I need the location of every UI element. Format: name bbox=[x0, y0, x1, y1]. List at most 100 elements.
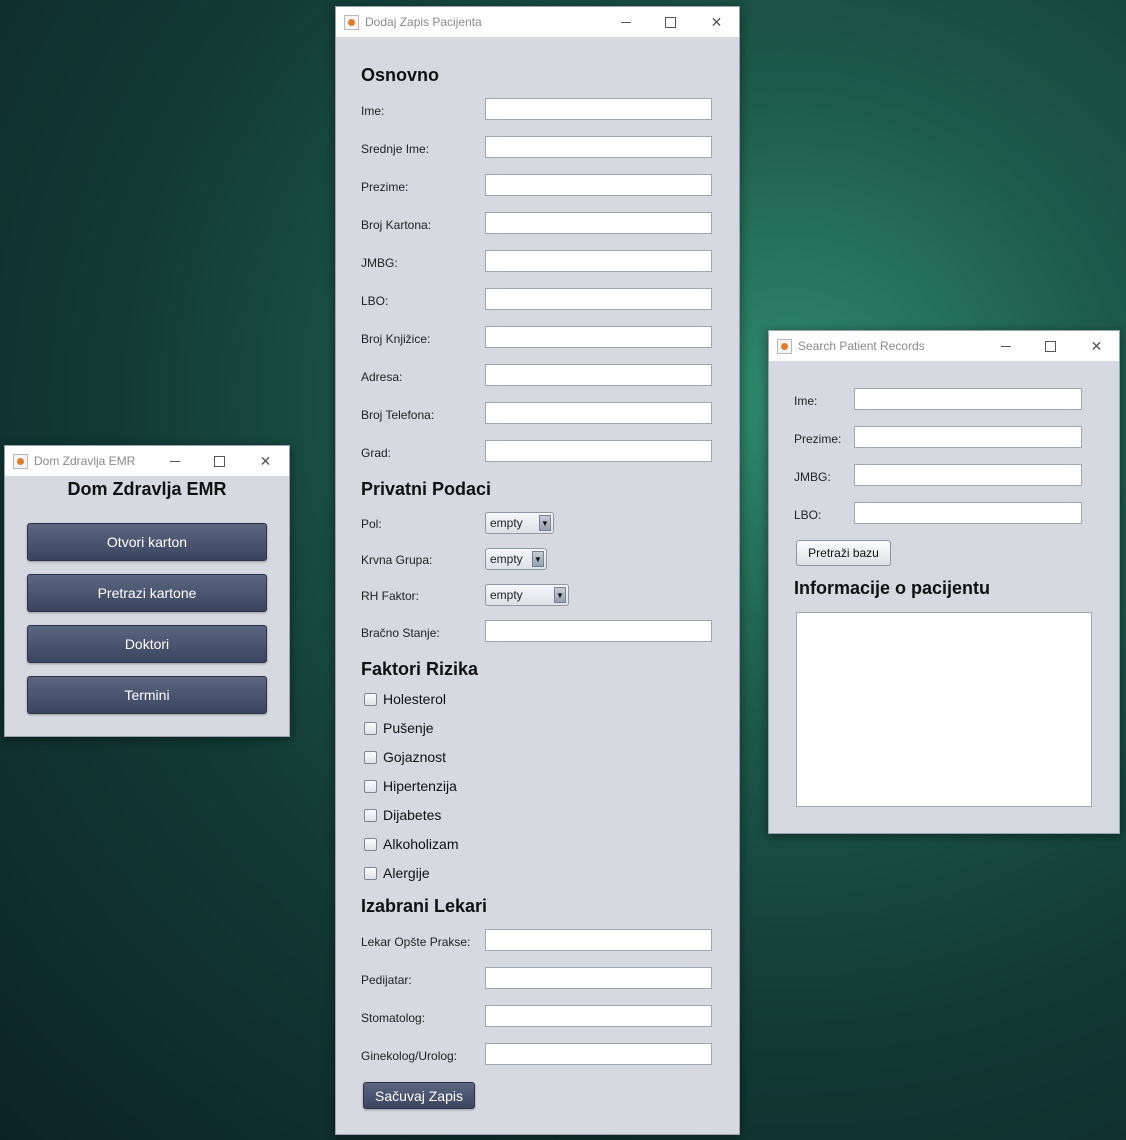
java-app-icon bbox=[13, 453, 28, 469]
field-label-adresa: Adresa: bbox=[361, 370, 403, 384]
checkbox-box[interactable] bbox=[364, 721, 377, 735]
pedijatar-input[interactable] bbox=[485, 967, 712, 989]
add-record-window: Dodaj Zapis Pacijenta Osnovno Ime: Sredn… bbox=[335, 6, 740, 1135]
close-icon[interactable] bbox=[243, 446, 288, 476]
field-label-broj-telefona: Broj Telefona: bbox=[361, 408, 435, 422]
maximize-icon[interactable] bbox=[648, 7, 693, 37]
grad-input[interactable] bbox=[485, 440, 712, 462]
checkbox-box[interactable] bbox=[364, 866, 377, 880]
pusenje-checkbox[interactable]: Pušenje bbox=[364, 720, 434, 736]
prezime-input[interactable] bbox=[485, 174, 712, 196]
srednje-ime-input[interactable] bbox=[485, 136, 712, 158]
search-jmbg-input[interactable] bbox=[854, 464, 1082, 486]
field-label-lekar-opste-prakse: Lekar Opšte Prakse: bbox=[361, 935, 471, 949]
close-icon[interactable] bbox=[1074, 331, 1119, 361]
minimize-icon[interactable] bbox=[983, 331, 1028, 361]
search-titlebar[interactable]: Search Patient Records bbox=[769, 331, 1119, 361]
krvna-grupa-selected-value: empty bbox=[490, 552, 523, 566]
search-ime-input[interactable] bbox=[854, 388, 1082, 410]
search-label-ime: Ime: bbox=[794, 394, 818, 408]
main-menu-heading: Dom Zdravlja EMR bbox=[67, 479, 227, 499]
field-label-bracno-stanje: Bračno Stanje: bbox=[361, 626, 440, 640]
appointments-button[interactable]: Termini bbox=[27, 676, 267, 714]
broj-knjizice-input[interactable] bbox=[485, 326, 712, 348]
pol-selected-value: empty bbox=[490, 516, 523, 530]
save-record-button[interactable]: Sačuvaj Zapis bbox=[363, 1082, 475, 1109]
checkbox-label: Alkoholizam bbox=[383, 836, 459, 852]
ime-input[interactable] bbox=[485, 98, 712, 120]
checkbox-box[interactable] bbox=[364, 837, 377, 851]
main-menu-titlebar[interactable]: Dom Zdravlja EMR bbox=[5, 446, 289, 476]
lekar-opste-prakse-input[interactable] bbox=[485, 929, 712, 951]
checkbox-label: Alergije bbox=[383, 865, 430, 881]
checkbox-label: Dijabetes bbox=[383, 807, 442, 823]
rh-faktor-select[interactable]: empty ▼ bbox=[485, 584, 569, 606]
bracno-stanje-input[interactable] bbox=[485, 620, 712, 642]
minimize-icon[interactable] bbox=[603, 7, 648, 37]
section-basic-heading: Osnovno bbox=[361, 65, 440, 85]
jmbg-input[interactable] bbox=[485, 250, 712, 272]
ginekolog-urolog-input[interactable] bbox=[485, 1043, 712, 1065]
search-label-lbo: LBO: bbox=[794, 508, 822, 522]
section-private-heading: Privatni Podaci bbox=[361, 479, 492, 499]
field-label-broj-knjizice: Broj Knjižice: bbox=[361, 332, 431, 346]
lbo-input[interactable] bbox=[485, 288, 712, 310]
checkbox-box[interactable] bbox=[364, 750, 377, 764]
checkbox-box[interactable] bbox=[364, 808, 377, 822]
doctors-button[interactable]: Doktori bbox=[27, 625, 267, 663]
rh-faktor-selected-value: empty bbox=[490, 588, 523, 602]
search-records-button[interactable]: Pretrazi kartone bbox=[27, 574, 267, 612]
search-lbo-input[interactable] bbox=[854, 502, 1082, 524]
field-label-krvna-grupa: Krvna Grupa: bbox=[361, 553, 433, 567]
patient-info-heading: Informacije o pacijentu bbox=[794, 578, 991, 598]
window-title: Search Patient Records bbox=[798, 339, 925, 353]
main-menu-window: Dom Zdravlja EMR Dom Zdravlja EMR Otvori… bbox=[4, 445, 290, 737]
checkbox-label: Pušenje bbox=[383, 720, 434, 736]
field-label-rh-faktor: RH Faktor: bbox=[361, 589, 420, 603]
broj-telefona-input[interactable] bbox=[485, 402, 712, 424]
maximize-icon[interactable] bbox=[1028, 331, 1073, 361]
gojaznost-checkbox[interactable]: Gojaznost bbox=[364, 749, 446, 765]
field-label-prezime: Prezime: bbox=[361, 180, 409, 194]
section-doctors-heading: Izabrani Lekari bbox=[361, 896, 488, 916]
search-label-jmbg: JMBG: bbox=[794, 470, 831, 484]
search-database-button[interactable]: Pretraži bazu bbox=[796, 540, 891, 566]
search-prezime-input[interactable] bbox=[854, 426, 1082, 448]
alkoholizam-checkbox[interactable]: Alkoholizam bbox=[364, 836, 458, 852]
open-record-button[interactable]: Otvori karton bbox=[27, 523, 267, 561]
broj-kartona-input[interactable] bbox=[485, 212, 712, 234]
field-label-broj-kartona: Broj Kartona: bbox=[361, 218, 432, 232]
hipertenzija-checkbox[interactable]: Hipertenzija bbox=[364, 778, 457, 794]
field-label-jmbg: JMBG: bbox=[361, 256, 398, 270]
stomatolog-input[interactable] bbox=[485, 1005, 712, 1027]
alergije-checkbox[interactable]: Alergije bbox=[364, 865, 430, 881]
field-label-ginekolog-urolog: Ginekolog/Urolog: bbox=[361, 1049, 458, 1063]
field-label-stomatolog: Stomatolog: bbox=[361, 1011, 426, 1025]
java-app-icon bbox=[777, 338, 792, 354]
krvna-grupa-select[interactable]: empty ▼ bbox=[485, 548, 547, 570]
checkbox-box[interactable] bbox=[364, 692, 377, 706]
field-label-lbo: LBO: bbox=[361, 294, 389, 308]
minimize-icon[interactable] bbox=[152, 446, 197, 476]
field-label-ime: Ime: bbox=[361, 104, 385, 118]
maximize-icon[interactable] bbox=[197, 446, 242, 476]
chevron-down-icon: ▼ bbox=[532, 551, 544, 567]
adresa-input[interactable] bbox=[485, 364, 712, 386]
checkbox-box[interactable] bbox=[364, 779, 377, 793]
patient-info-textarea[interactable] bbox=[796, 612, 1092, 807]
add-record-titlebar[interactable]: Dodaj Zapis Pacijenta bbox=[336, 7, 739, 37]
field-label-srednje-ime: Srednje Ime: bbox=[361, 142, 430, 156]
dijabetes-checkbox[interactable]: Dijabetes bbox=[364, 807, 441, 823]
section-risk-heading: Faktori Rizika bbox=[361, 659, 479, 679]
close-icon[interactable] bbox=[694, 7, 739, 37]
checkbox-label: Gojaznost bbox=[383, 749, 447, 765]
field-label-grad: Grad: bbox=[361, 446, 392, 460]
window-title: Dom Zdravlja EMR bbox=[34, 454, 136, 468]
checkbox-label: Holesterol bbox=[383, 691, 447, 707]
pol-select[interactable]: empty ▼ bbox=[485, 512, 554, 534]
chevron-down-icon: ▼ bbox=[554, 587, 566, 603]
java-app-icon bbox=[344, 14, 359, 30]
holesterol-checkbox[interactable]: Holesterol bbox=[364, 691, 446, 707]
checkbox-label: Hipertenzija bbox=[383, 778, 457, 794]
search-label-prezime: Prezime: bbox=[794, 432, 842, 446]
